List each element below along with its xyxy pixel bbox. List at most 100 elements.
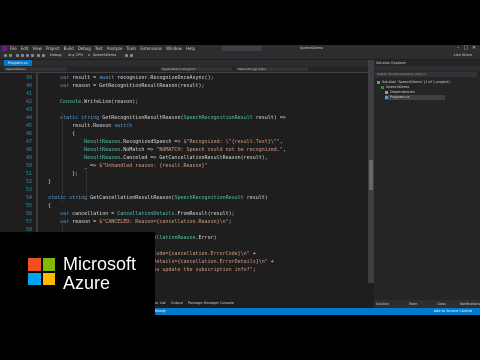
tab-team-explorer[interactable]: Team Explorer: [407, 300, 431, 314]
save-all-icon[interactable]: [31, 54, 34, 57]
line-number: 45: [25, 123, 32, 129]
logo-square-blue: [28, 272, 41, 285]
tab-package-manager-console[interactable]: Package Manager Console: [188, 299, 234, 307]
vs-logo-icon: [2, 46, 7, 51]
code-line[interactable]: 56 var cancellation = CancellationDetail…: [0, 210, 368, 218]
menu-item[interactable]: File: [10, 45, 17, 52]
code-line[interactable]: 44 static string GetRecognitionResultRea…: [0, 114, 368, 122]
menu-item[interactable]: View: [32, 45, 42, 52]
line-number: 54: [25, 195, 32, 201]
tree-item-program-cs[interactable]: Program.cs: [385, 95, 445, 100]
code-text: Console.WriteLine(reason);: [60, 99, 139, 105]
member-combo[interactable]: Main(string[] args): [236, 67, 308, 71]
line-number: 39: [25, 75, 32, 81]
solution-name: SpeechDemo: [300, 46, 324, 50]
solution-explorer-search[interactable]: Search Solution Explorer (Ctrl+;): [375, 72, 477, 77]
indent-guide: [62, 113, 63, 203]
code-line[interactable]: 46 {: [0, 130, 368, 138]
code-line[interactable]: 45 result.Reason switch: [0, 122, 368, 130]
line-number: 47: [25, 139, 32, 145]
tab-class-view[interactable]: Class View: [435, 300, 454, 314]
toolbar-extra-icon-2[interactable]: [130, 54, 133, 57]
toolbar-extra-icon[interactable]: [125, 54, 128, 57]
menu-item[interactable]: Tools: [127, 45, 137, 52]
line-number: 56: [25, 211, 32, 217]
redo-icon[interactable]: [42, 54, 45, 57]
tab-notifications[interactable]: Notifications: [458, 300, 480, 308]
solution-explorer-panel: Solution Explorer Search Solution Explor…: [374, 60, 480, 300]
line-number: 53: [25, 187, 32, 193]
code-text: var result = await recognizer.RecognizeO…: [60, 75, 214, 81]
indent-guide: [86, 169, 87, 198]
menu-bar: File Edit View Project Build Debug Test Analyze…: [10, 45, 195, 52]
solution-explorer-toolbar: [374, 66, 480, 71]
close-button[interactable]: ✕: [470, 45, 478, 52]
tab-solution-explorer[interactable]: Solution Explorer: [374, 300, 403, 314]
csharp-project-icon: [381, 85, 384, 89]
line-number: 48: [25, 147, 32, 153]
code-text: _ => $"Unhandled reason: {result.Reason}…: [48, 163, 208, 169]
output-tab-strip: Error List Output Package Manager Consol…: [150, 299, 234, 307]
code-line[interactable]: 51 };: [0, 170, 368, 178]
logo-square-green: [42, 258, 55, 271]
forward-icon[interactable]: [9, 54, 12, 57]
tree-item-label: SpeechDemo: [386, 85, 410, 89]
platform-dropdown[interactable]: Any CPU: [68, 52, 83, 59]
config-dropdown[interactable]: Debug: [50, 52, 62, 59]
minimize-button[interactable]: –: [454, 45, 462, 52]
menu-item[interactable]: Test: [95, 45, 103, 52]
project-combo[interactable]: SpeechDemo: [4, 67, 66, 71]
code-line[interactable]: 48 ResultReason.NoMatch => "NOMATCH: Spe…: [0, 146, 368, 154]
undo-icon[interactable]: [37, 54, 40, 57]
start-debug-button[interactable]: SpeechDemo: [93, 52, 116, 59]
search-input[interactable]: Search (Ctrl+Q): [222, 46, 262, 60]
code-line[interactable]: 42 Console.WriteLine(reason);: [0, 98, 368, 106]
code-line[interactable]: 57 var reason = $"CANCELED: Reason={canc…: [0, 218, 368, 226]
maximize-button[interactable]: □: [462, 45, 470, 52]
code-text: var cancellation = CancellationDetails.F…: [60, 211, 235, 217]
tab-output[interactable]: Output: [171, 299, 183, 307]
save-icon[interactable]: [26, 54, 29, 57]
line-number: 41: [25, 91, 32, 97]
new-item-icon[interactable]: [16, 54, 19, 57]
code-line[interactable]: 52}: [0, 178, 368, 186]
class-combo[interactable]: SpeechDemo.Program: [160, 67, 232, 71]
code-line[interactable]: 39 var result = await recognizer.Recogni…: [0, 74, 368, 82]
solution-icon: [377, 80, 380, 84]
code-line[interactable]: 54 static string GetCancellationResultRea…: [0, 194, 368, 202]
code-text: }: [48, 179, 52, 185]
code-line[interactable]: 40 var reason = GetRecognitionResultReas…: [0, 82, 368, 90]
menu-item[interactable]: Project: [46, 45, 60, 52]
brand-microsoft: Microsoft: [63, 254, 137, 274]
open-icon[interactable]: [21, 54, 24, 57]
menu-item[interactable]: Build: [64, 45, 74, 52]
tree-item-label: Program.cs: [390, 95, 410, 99]
code-line[interactable]: 47 ResultReason.RecognizedSpeech => $"Re…: [0, 138, 368, 146]
menu-item[interactable]: Debug: [78, 45, 91, 52]
code-line[interactable]: 50 _ => $"Unhandled reason: {result.Reas…: [0, 162, 368, 170]
code-line[interactable]: 41: [0, 90, 368, 98]
code-text: {: [48, 203, 52, 209]
live-share-button[interactable]: Live Share: [454, 52, 472, 59]
brand-azure: Azure: [63, 273, 111, 293]
menu-item[interactable]: Help: [186, 45, 195, 52]
menu-item[interactable]: Analyze: [107, 45, 123, 52]
solution-explorer-tab-strip: Solution Explorer Team Explorer Class Vi…: [374, 300, 480, 314]
back-icon[interactable]: [4, 54, 7, 57]
source-control-button[interactable]: Add to Source Control: [434, 308, 472, 315]
start-debug-icon[interactable]: [88, 54, 91, 56]
code-line[interactable]: 55 {: [0, 202, 368, 210]
code-line[interactable]: 43: [0, 106, 368, 114]
line-number: 57: [25, 219, 32, 225]
code-line[interactable]: 49 ResultReason.Canceled => GetCancellat…: [0, 154, 368, 162]
code-text: static string GetRecognitionResultReason…: [60, 115, 286, 121]
menu-item[interactable]: Edit: [21, 45, 29, 52]
code-line[interactable]: 53: [0, 186, 368, 194]
scrollbar-thumb[interactable]: [369, 160, 373, 190]
tree-item-label: Dependencies: [390, 90, 415, 94]
menu-item[interactable]: Extensions: [140, 45, 162, 52]
menu-item[interactable]: Window: [166, 45, 182, 52]
code-text: ResultReason.Canceled => GetCancellation…: [84, 155, 268, 161]
tree-item-label: Solution 'SpeechDemo' (1 of 1 project): [382, 80, 450, 84]
line-number: 42: [25, 99, 32, 105]
